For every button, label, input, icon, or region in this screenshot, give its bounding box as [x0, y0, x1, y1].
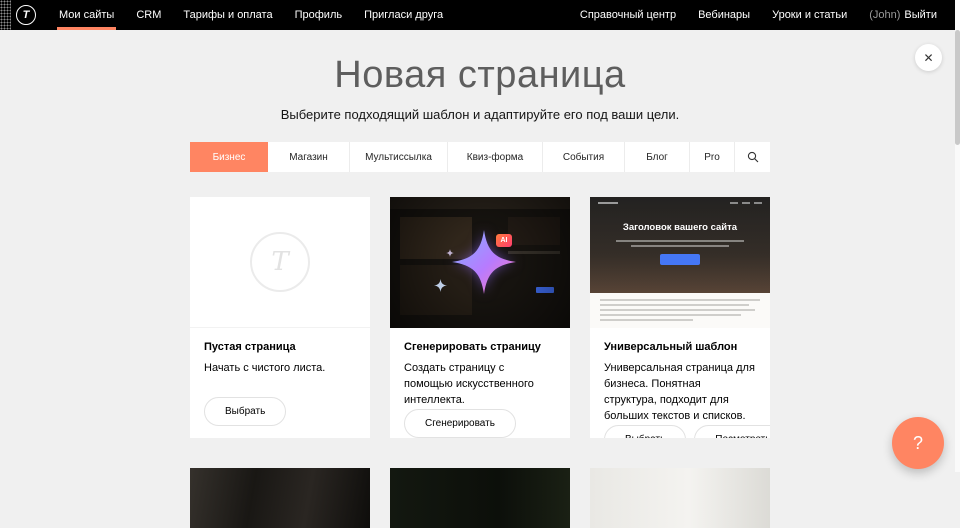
preview-menu-shapes [730, 202, 762, 204]
card-description: Создать страницу с помощью искусственног… [404, 361, 556, 409]
preview-site-heading: Заголовок вашего сайта [590, 222, 770, 233]
nav-item-crm[interactable]: CRM [125, 0, 172, 30]
template-category-tabs: Бизнес Магазин Мультиссылка Квиз-форма С… [190, 142, 770, 172]
template-cards-grid: T Пустая страница Начать с чистого листа… [190, 197, 770, 438]
top-navigation-bar: T Мои сайты CRM Тарифы и оплата Профиль … [0, 0, 960, 30]
tab-business[interactable]: Бизнес [190, 142, 268, 172]
logout-label: Выйти [904, 9, 937, 21]
card-blank-page: T Пустая страница Начать с чистого листа… [190, 197, 370, 438]
nav-item-profile[interactable]: Профиль [284, 0, 354, 30]
nav-item-my-sites[interactable]: Мои сайты [48, 0, 125, 30]
nav-item-invite-friend[interactable]: Пригласи друга [353, 0, 454, 30]
template-card-partial[interactable] [390, 468, 570, 528]
card-body: Универсальный шаблон Универсальная стран… [590, 328, 770, 438]
user-name: (John) [869, 9, 900, 21]
tab-events[interactable]: События [543, 142, 625, 172]
scrollbar[interactable] [955, 0, 960, 472]
generate-button[interactable]: Сгенерировать [404, 409, 516, 438]
tilda-watermark-icon: T [250, 232, 310, 292]
search-icon [747, 151, 759, 163]
card-title: Сгенерировать страницу [404, 341, 556, 353]
primary-nav: Мои сайты CRM Тарифы и оплата Профиль Пр… [48, 0, 454, 30]
small-sparkle-icon [434, 279, 447, 292]
card-actions: Выбрать [204, 397, 356, 426]
preview-text-line [631, 245, 729, 247]
select-template-button[interactable]: Выбрать [604, 425, 686, 438]
new-page-dialog: ✕ Новая страница Выберите подходящий шаб… [0, 30, 960, 472]
tab-quiz-form[interactable]: Квиз-форма [448, 142, 543, 172]
template-card-partial[interactable] [190, 468, 370, 528]
tab-pro[interactable]: Pro [690, 142, 735, 172]
small-sparkle-icon [446, 249, 454, 257]
nav-item-lessons-articles[interactable]: Уроки и статьи [761, 0, 858, 30]
preview-mini-nav [598, 202, 762, 204]
nav-item-plans-payment[interactable]: Тарифы и оплата [172, 0, 283, 30]
card-body: Сгенерировать страницу Создать страницу … [390, 328, 570, 438]
page-title: Новая страница [0, 54, 960, 97]
template-cards-grid-row2 [190, 468, 770, 528]
select-blank-button[interactable]: Выбрать [204, 397, 286, 426]
card-universal-template: Заголовок вашего сайта Универсальный шаб… [590, 197, 770, 438]
card-description: Начать с чистого листа. [204, 361, 356, 377]
page-subtitle: Выберите подходящий шаблон и адаптируйте… [0, 107, 960, 122]
help-button[interactable]: ? [892, 417, 944, 469]
card-actions: Сгенерировать [404, 409, 556, 438]
tilda-logo[interactable]: T [16, 5, 36, 25]
card-description: Универсальная страница для бизнеса. Поня… [604, 361, 756, 425]
secondary-nav: Справочный центр Вебинары Уроки и статьи… [569, 0, 960, 30]
card-ai-generate: AI Сгенерировать страницу Создать страни… [390, 197, 570, 438]
ai-badge: AI [496, 234, 512, 247]
card-title: Пустая страница [204, 341, 356, 353]
tilda-logo-letter: T [23, 9, 30, 21]
universal-template-preview[interactable]: Заголовок вашего сайта [590, 197, 770, 328]
corner-pattern-decoration [0, 0, 11, 30]
close-button[interactable]: ✕ [915, 44, 942, 71]
card-title: Универсальный шаблон [604, 341, 756, 353]
preview-cta-button [660, 254, 700, 265]
tab-multilink[interactable]: Мультиссылка [350, 142, 448, 172]
preview-hero-section: Заголовок вашего сайта [590, 197, 770, 293]
card-body: Пустая страница Начать с чистого листа. … [190, 328, 370, 438]
nav-item-help-center[interactable]: Справочный центр [569, 0, 687, 30]
card-actions: Выбрать Посмотреть [604, 425, 756, 438]
preview-logo-shape [598, 202, 618, 204]
close-icon: ✕ [923, 51, 933, 65]
nav-item-webinars[interactable]: Вебинары [687, 0, 761, 30]
tab-blog[interactable]: Блог [625, 142, 690, 172]
ai-generate-preview[interactable]: AI [390, 197, 570, 328]
preview-text-line [616, 240, 744, 242]
blank-page-preview[interactable]: T [190, 197, 370, 328]
preview-text-block [590, 293, 770, 328]
scrollbar-thumb[interactable] [955, 30, 960, 145]
nav-item-logout[interactable]: (John) Выйти [858, 0, 948, 30]
search-templates-button[interactable] [735, 142, 770, 172]
tab-store[interactable]: Магазин [268, 142, 350, 172]
template-card-partial[interactable] [590, 468, 770, 528]
view-template-button[interactable]: Посмотреть [694, 425, 770, 438]
